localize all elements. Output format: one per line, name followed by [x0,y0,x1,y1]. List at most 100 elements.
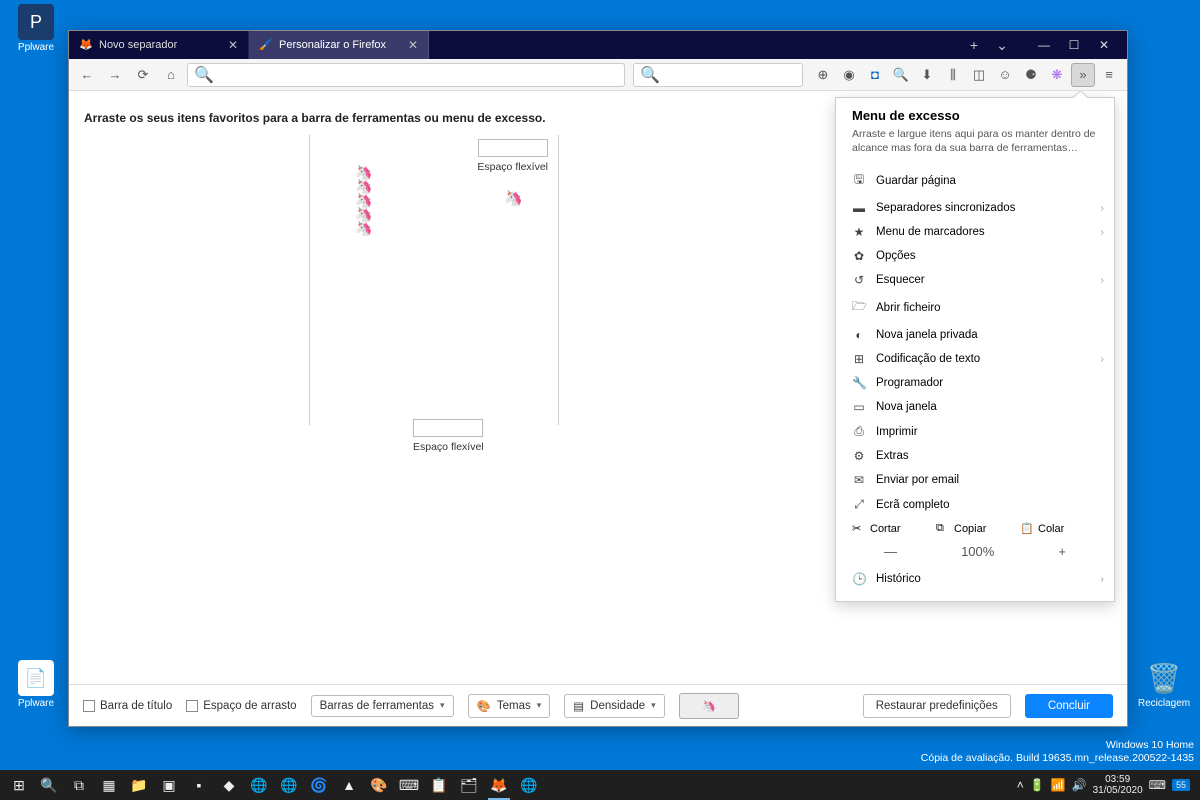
flexible-space-slot[interactable] [478,139,548,157]
tab-label: Personalizar o Firefox [279,39,386,51]
task-chrome-2[interactable]: 🌐 [274,770,304,800]
notification-badge[interactable]: 55 [1172,779,1190,791]
library-icon[interactable]: ⫼ [941,63,965,87]
cut-button[interactable]: ✂Cortar [852,522,930,535]
back-button[interactable]: ← [75,63,99,87]
task-app-4[interactable]: ▲ [334,770,364,800]
copy-button[interactable]: ⧉Copiar [936,522,1014,535]
overflow-button[interactable]: » [1071,63,1095,87]
sidebar-icon[interactable]: ◫ [967,63,991,87]
task-explorer[interactable]: 📁 [124,770,154,800]
restore-defaults-button[interactable]: Restaurar predefinições [863,694,1011,718]
start-button[interactable]: ⊞ [4,770,34,800]
desktop-icon-recycle[interactable]: 🗑️ Reciclagem [1134,660,1194,709]
menu-button[interactable]: ≡ [1097,63,1121,87]
task-vscode[interactable]: ⌨ [394,770,424,800]
dragspace-checkbox[interactable]: Espaço de arrasto [186,700,296,712]
tray-battery-icon[interactable]: 🔋 [1030,778,1045,792]
draggable-items-stack[interactable]: 🦄🦄🦄🦄🦄 [355,165,372,235]
taskview-button[interactable]: ⧉ [64,770,94,800]
task-edge[interactable]: 🌀 [304,770,334,800]
windows-watermark: Windows 10 Home Cópia de avaliação. Buil… [921,739,1194,766]
panel-item[interactable]: ▭Nova janela [836,395,1114,419]
panel-item[interactable]: 🖫Guardar página [836,165,1114,196]
new-tab-button[interactable]: + [965,37,983,53]
tab-new[interactable]: 🦊 Novo separador ✕ [69,31,249,59]
url-bar[interactable]: 🔍 [187,63,625,87]
open-file-icon: 🗁 [852,297,866,318]
toolbars-select[interactable]: Barras de ferramentas ▾ [311,695,454,717]
touch-mode-button[interactable]: 🦄 [679,693,739,719]
item-label: Extras [876,450,909,462]
paste-button[interactable]: 📋Colar [1020,522,1098,535]
task-app-3[interactable]: ◆ [214,770,244,800]
panel-item[interactable]: ⤢Ecrã completo [836,492,1114,517]
panel-item[interactable]: ↺Esquecer› [836,268,1114,292]
zoom-level: 100% [961,544,994,559]
panel-item[interactable]: ✿Opções [836,244,1114,268]
task-app-5[interactable]: 🎨 [364,770,394,800]
search-button[interactable]: 🔍 [34,770,64,800]
downloads-icon[interactable]: ⬇ [915,63,939,87]
tray-volume-icon[interactable]: 🔊 [1072,778,1087,792]
ext-icon-5[interactable]: ❋ [1045,63,1069,87]
task-app-7[interactable]: 🗂 [454,770,484,800]
close-icon[interactable]: ✕ [408,38,418,52]
panel-item[interactable]: ✉Enviar por email [836,468,1114,492]
flexible-space-slot[interactable] [413,419,483,437]
density-select[interactable]: ▤ Densidade ▾ [564,694,664,718]
search-bar[interactable]: 🔍 [633,63,803,87]
tray-chevron-icon[interactable]: ˄ [1017,778,1024,792]
home-button[interactable]: ⌂ [159,63,183,87]
task-chrome-1[interactable]: 🌐 [244,770,274,800]
task-chrome-3[interactable]: 🌐 [514,770,544,800]
ext-icon-2[interactable]: ◉ [837,63,861,87]
task-app-6[interactable]: 📋 [424,770,454,800]
ext-icon-4[interactable]: ⚈ [1019,63,1043,87]
close-icon[interactable]: ✕ [228,38,238,52]
done-button[interactable]: Concluir [1025,694,1113,718]
panel-item[interactable]: 🗁 Abrir ficheiro [836,292,1114,323]
ext-icon-3[interactable]: ◘ [863,63,887,87]
task-app-2[interactable]: ▣ [154,770,184,800]
panel-item[interactable]: ▬Separadores sincronizados› [836,196,1114,220]
desktop-icon-pplware[interactable]: P Pplware [6,4,66,53]
titlebar-checkbox[interactable]: Barra de título [83,700,172,712]
panel-item[interactable]: ⊞Codificação de texto› [836,347,1114,371]
panel-item[interactable]: ◐Nova janela privada [836,323,1114,347]
tray-ime-icon[interactable]: ⌨ [1149,778,1166,792]
toolbar-drop-area[interactable]: Espaço flexível 🦄🦄🦄🦄🦄 🦄 [309,135,559,425]
item-label: Abrir ficheiro [876,302,941,314]
panel-item[interactable]: ⚙Extras [836,444,1114,468]
zoom-out-button[interactable]: — [884,544,897,559]
theme-swatch-icon: 🎨 [477,699,491,713]
tray-clock[interactable]: 03:59 31/05/2020 [1093,774,1143,796]
themes-select[interactable]: 🎨 Temas ▾ [468,694,551,718]
minimize-button[interactable]: — [1029,38,1059,52]
all-tabs-button[interactable]: ⌄ [993,37,1011,54]
select-label: Temas [497,700,531,712]
panel-item-history[interactable]: 🕒 Histórico › [836,567,1114,591]
reload-button[interactable]: ⟳ [131,63,155,87]
tray-network-icon[interactable]: 📶 [1051,778,1066,792]
task-terminal[interactable]: ▪ [184,770,214,800]
panel-description: Arraste e largue itens aqui para os mant… [836,127,1114,165]
item-label: Menu de marcadores [876,226,985,238]
desktop-icon-pplware-2[interactable]: 📄 Pplware [6,660,66,709]
save-icon: 🖫 [852,170,866,191]
task-app-1[interactable]: ▦ [94,770,124,800]
account-icon[interactable]: ☺ [993,63,1017,87]
panel-item[interactable]: 🔧Programador [836,371,1114,395]
zoom-in-button[interactable]: + [1058,544,1066,559]
panel-item[interactable]: ★Menu de marcadores› [836,220,1114,244]
forward-button[interactable]: → [103,63,127,87]
close-window-button[interactable]: ✕ [1089,38,1119,52]
ext-icon-1[interactable]: ⊕ [811,63,835,87]
search-icon[interactable]: 🔍 [889,63,913,87]
checkbox-icon [83,700,95,712]
maximize-button[interactable]: ☐ [1059,38,1089,52]
tab-customize[interactable]: 🖌️ Personalizar o Firefox ✕ [249,31,429,59]
task-firefox[interactable]: 🦊 [484,770,514,800]
dragging-item[interactable]: 🦄 [504,189,523,207]
panel-item[interactable]: ⎙Imprimir [836,419,1114,444]
